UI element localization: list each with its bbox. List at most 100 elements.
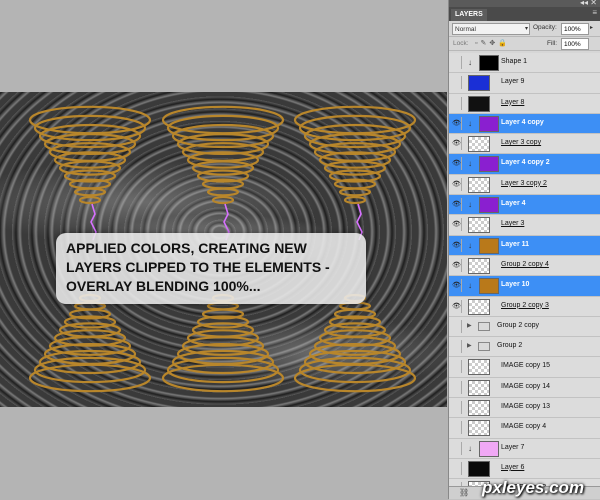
- layer-row[interactable]: IMAGE copy 14: [449, 377, 600, 399]
- visibility-eye-icon[interactable]: 👁: [452, 157, 462, 171]
- layer-thumbnail: [468, 217, 490, 234]
- layer-row[interactable]: 👁 ↓ Layer 4 copy 2: [449, 154, 600, 175]
- layer-name: Layer 9: [501, 78, 525, 86]
- tab-layers[interactable]: LAYERS: [451, 9, 487, 21]
- visibility-eye-icon[interactable]: 👁: [452, 299, 462, 313]
- blend-mode-value: Normal: [455, 26, 476, 33]
- layer-row[interactable]: 👁 ↓ Layer 4 copy: [449, 113, 600, 135]
- visibility-eye-icon[interactable]: [452, 96, 462, 110]
- visibility-eye-icon[interactable]: [452, 76, 462, 90]
- opacity-field[interactable]: 100%: [561, 23, 589, 35]
- layer-thumbnail: [468, 420, 490, 437]
- document-area: APPLIED COLORS, CREATING NEW LAYERS CLIP…: [0, 0, 447, 499]
- layer-thumbnail: [468, 298, 490, 315]
- layer-row[interactable]: 👁 ↓ Layer 10: [449, 276, 600, 297]
- visibility-eye-icon[interactable]: 👁: [452, 137, 462, 151]
- visibility-eye-icon[interactable]: [452, 421, 462, 435]
- layer-thumbnail: [468, 379, 490, 396]
- collapse-icon[interactable]: ◂◂ ✕: [580, 0, 597, 7]
- clip-arrow-icon: ↓: [468, 443, 472, 453]
- visibility-eye-icon[interactable]: 👁: [452, 198, 462, 212]
- ring-shape: [338, 187, 372, 197]
- layer-row[interactable]: 👁 ↓ Layer 4: [449, 195, 600, 216]
- layer-name: Layer 7: [501, 443, 525, 451]
- fill-field[interactable]: 100%: [561, 38, 589, 50]
- visibility-eye-icon[interactable]: 👁: [452, 238, 462, 252]
- opacity-slider-icon[interactable]: ▸: [590, 24, 593, 31]
- layer-row[interactable]: IMAGE copy 13: [449, 398, 600, 419]
- annotation-box: APPLIED COLORS, CREATING NEW LAYERS CLIP…: [56, 233, 366, 304]
- clip-arrow-icon: ↓: [468, 118, 472, 128]
- layer-name: Layer 6: [501, 463, 525, 471]
- link-layers-icon[interactable]: ⛓: [459, 488, 469, 497]
- layer-thumbnail: [468, 257, 490, 274]
- layer-thumbnail: [479, 440, 499, 457]
- layer-name: IMAGE copy 14: [501, 382, 551, 390]
- clip-arrow-icon: ↓: [468, 200, 472, 210]
- panel-menu-icon[interactable]: ≡: [592, 8, 597, 17]
- image-canvas[interactable]: APPLIED COLORS, CREATING NEW LAYERS CLIP…: [0, 92, 447, 407]
- layer-name: IMAGE copy 15: [501, 362, 551, 370]
- visibility-eye-icon[interactable]: 👁: [452, 116, 462, 130]
- ring-shape: [206, 187, 240, 197]
- layer-thumbnail: [479, 55, 499, 71]
- folder-icon: [478, 342, 490, 352]
- layer-row[interactable]: 👁 ↓ Layer 11: [449, 235, 600, 256]
- layer-name: Layer 4 copy: [501, 118, 544, 126]
- layers-panel: ◂◂ ✕ LAYERS ≡ Normal ▾ Opacity: 100% ▸ L…: [448, 0, 600, 500]
- layer-name: Group 2 copy 4: [501, 260, 549, 268]
- panel-titlebar[interactable]: ◂◂ ✕: [449, 0, 600, 7]
- layer-row[interactable]: ↓ Shape 1: [449, 53, 600, 74]
- visibility-eye-icon[interactable]: [452, 461, 462, 475]
- layer-name: Shape 1: [501, 58, 528, 65]
- visibility-eye-icon[interactable]: 👁: [452, 279, 462, 293]
- folder-icon: [478, 321, 490, 331]
- visibility-eye-icon[interactable]: [452, 56, 462, 69]
- visibility-eye-icon[interactable]: [452, 380, 462, 394]
- layer-thumbnail: [479, 237, 499, 254]
- layer-name: Group 2 copy: [497, 321, 540, 329]
- layer-thumbnail: [479, 115, 499, 132]
- layer-thumbnail: [479, 197, 499, 214]
- layer-row[interactable]: 👁 Group 2 copy 3: [449, 296, 600, 317]
- visibility-eye-icon[interactable]: 👁: [452, 177, 462, 191]
- layer-row[interactable]: ▶ Group 2: [449, 337, 600, 358]
- layer-row[interactable]: 👁 Group 2 copy 4: [449, 255, 600, 277]
- layer-row[interactable]: IMAGE copy 15: [449, 357, 600, 378]
- visibility-eye-icon[interactable]: [452, 401, 462, 415]
- layer-name: Group 2 copy 3: [501, 301, 549, 309]
- visibility-eye-icon[interactable]: [452, 340, 462, 354]
- layer-thumbnail: [468, 75, 490, 92]
- layer-row[interactable]: 👁 Layer 3 copy: [449, 134, 600, 155]
- ring-shape: [211, 195, 235, 205]
- expand-triangle-icon[interactable]: ▶: [467, 342, 472, 349]
- layer-thumbnail: [468, 176, 490, 193]
- layer-row[interactable]: 👁 Layer 3: [449, 215, 600, 236]
- clip-arrow-icon: ↓: [468, 58, 472, 67]
- watermark-logo: pxleyes.com: [482, 478, 585, 497]
- visibility-eye-icon[interactable]: [452, 441, 462, 455]
- visibility-eye-icon[interactable]: [452, 360, 462, 374]
- visibility-eye-icon[interactable]: 👁: [452, 218, 462, 232]
- visibility-eye-icon[interactable]: [452, 319, 462, 333]
- layer-name: Layer 10: [501, 281, 530, 289]
- layer-row[interactable]: IMAGE copy 4: [449, 418, 600, 439]
- lock-icons[interactable]: ▫✎✥🔒: [475, 39, 510, 47]
- layer-name: Group 2: [497, 342, 523, 350]
- layer-thumbnail: [468, 460, 490, 477]
- layer-thumbnail: [468, 400, 490, 417]
- expand-triangle-icon[interactable]: ▶: [467, 322, 472, 329]
- layer-row[interactable]: 👁 Layer 3 copy 2: [449, 174, 600, 196]
- layer-row[interactable]: Layer 6: [449, 458, 600, 480]
- layer-row[interactable]: ↓ Layer 7: [449, 438, 600, 459]
- layer-name: Layer 3 copy 2: [501, 179, 547, 187]
- layer-row[interactable]: Layer 8: [449, 93, 600, 114]
- lock-label: Lock:: [453, 40, 469, 47]
- visibility-eye-icon[interactable]: 👁: [452, 258, 462, 272]
- blend-mode-select[interactable]: Normal ▾: [452, 23, 530, 35]
- layer-thumbnail: [468, 359, 490, 376]
- layer-row[interactable]: Layer 9: [449, 73, 600, 94]
- layer-name: Layer 11: [501, 240, 530, 248]
- layer-name: IMAGE copy 13: [501, 403, 551, 411]
- layer-row[interactable]: ▶ Group 2 copy: [449, 316, 600, 338]
